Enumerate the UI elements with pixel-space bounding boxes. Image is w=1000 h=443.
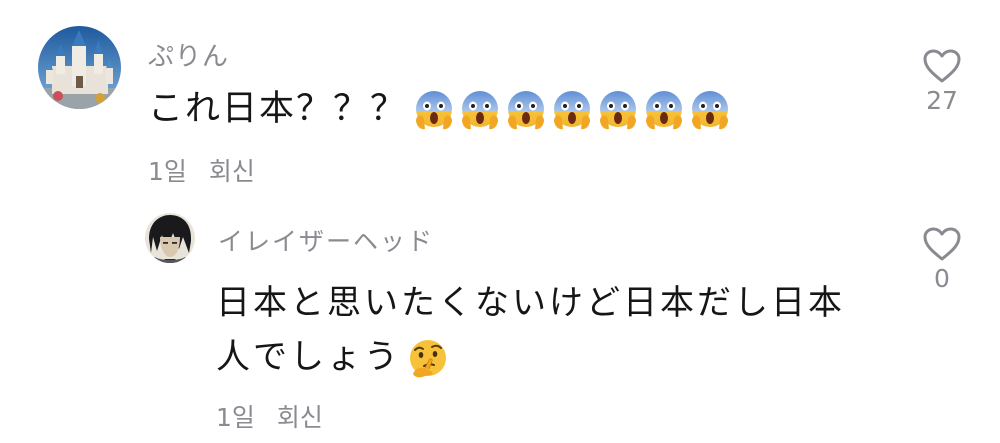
username[interactable]: ぷりん (148, 36, 229, 73)
comment: ぷりん これ日本？？？ 1일 회신 27 (0, 26, 1000, 196)
heart-icon (923, 49, 961, 83)
comment-text: 日本と思いたくないけど日本だし日本人でしょう (216, 276, 876, 384)
timestamp: 1일 (216, 403, 255, 432)
heart-icon (923, 227, 961, 261)
like-button[interactable]: 27 (912, 48, 972, 115)
emoji-row (413, 89, 731, 131)
comment-text: これ日本？？？ (148, 82, 731, 136)
comment-thread: ぷりん これ日本？？？ 1일 회신 27 イレイザーヘッド 日本と思いたくないけ… (0, 0, 1000, 443)
timestamp: 1일 (148, 157, 187, 186)
anime-character-avatar-image (145, 213, 195, 263)
comment-meta: 1일 회신 (216, 398, 323, 434)
comment-text-content: これ日本？？？ (148, 89, 408, 129)
like-count: 0 (934, 264, 950, 293)
face-screaming-in-fear-icon (416, 91, 453, 130)
reply-button[interactable]: 회신 (277, 398, 323, 434)
reply-comment: イレイザーヘッド 日本と思いたくないけど日本だし日本人でしょう 1일 회신 0 (0, 206, 1000, 436)
face-screaming-in-fear-icon (646, 91, 683, 130)
emoji-row (407, 338, 449, 380)
avatar[interactable] (145, 213, 195, 263)
face-screaming-in-fear-icon (692, 91, 729, 130)
like-button[interactable]: 0 (912, 226, 972, 293)
reply-button[interactable]: 회신 (209, 152, 255, 188)
castle-avatar-image (38, 26, 121, 109)
thinking-face-icon (410, 339, 446, 377)
face-screaming-in-fear-icon (462, 91, 499, 130)
username[interactable]: イレイザーヘッド (218, 222, 434, 258)
face-screaming-in-fear-icon (508, 91, 545, 130)
like-count: 27 (926, 86, 958, 115)
avatar[interactable] (38, 26, 121, 109)
face-screaming-in-fear-icon (600, 91, 637, 130)
comment-text-content: 日本と思いたくないけど日本だし日本人でしょう (216, 283, 845, 377)
face-screaming-in-fear-icon (554, 91, 591, 130)
comment-meta: 1일 회신 (148, 152, 255, 188)
